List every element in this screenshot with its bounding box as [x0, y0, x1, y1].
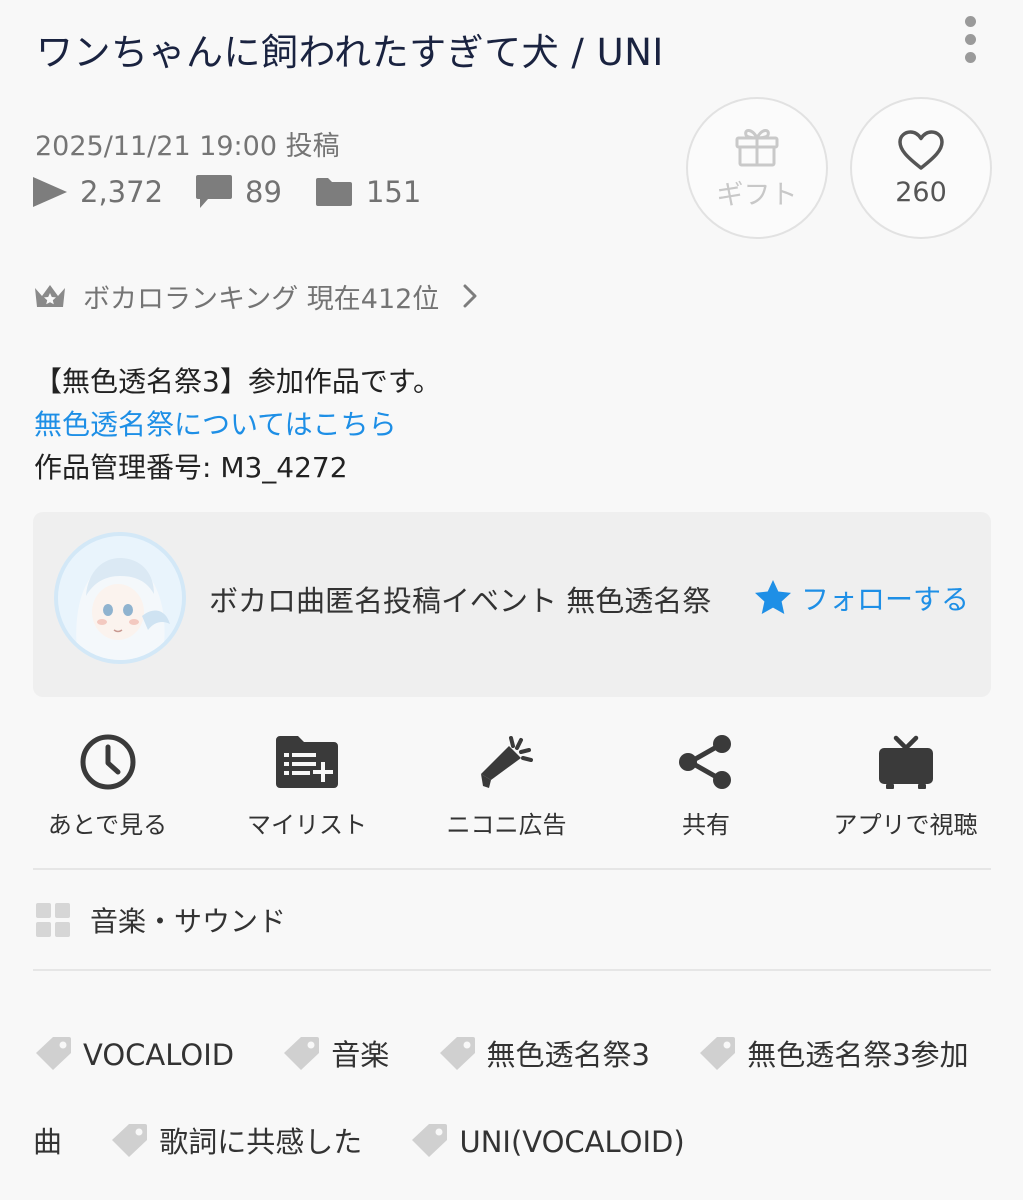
mylist-add-icon [276, 735, 338, 788]
clock-icon [80, 734, 135, 789]
owner-name[interactable]: ボカロ曲匿名投稿イベント 無色透名祭 [209, 578, 729, 620]
tag-item[interactable]: VOCALOID [33, 1037, 235, 1072]
ranking-text: ボカロランキング 現在412位 [83, 283, 440, 315]
tag-icon [112, 1124, 148, 1157]
divider [33, 868, 991, 870]
description-line: 作品管理番号: M3_4272 [34, 451, 348, 484]
like-button[interactable]: 260 [850, 97, 992, 239]
video-stats: 2,372 89 151 [32, 170, 453, 214]
tag-label: 歌詞に共感した [159, 1125, 363, 1159]
tag-label: VOCALOID [83, 1038, 235, 1072]
view-count-value: 2,372 [80, 175, 164, 209]
action-label: マイリスト [247, 811, 367, 839]
like-count: 260 [895, 176, 947, 208]
action-label: ニコニ広告 [446, 811, 567, 839]
tag-icon [36, 1037, 71, 1070]
megaphone-icon [480, 735, 533, 788]
category-grid-icon [36, 903, 70, 937]
folder-icon [315, 178, 352, 206]
crown-icon [35, 285, 65, 307]
tag-label: UNI(VOCALOID) [459, 1125, 685, 1159]
mylist-button[interactable]: マイリスト [210, 730, 405, 840]
nicoad-button[interactable]: ニコニ広告 [409, 730, 604, 840]
tag-icon [439, 1037, 475, 1070]
view-count: 2,372 [32, 175, 163, 209]
action-label: 共有 [682, 811, 730, 839]
dot-icon [964, 15, 976, 27]
owner-avatar[interactable] [54, 532, 186, 664]
tag-list: VOCALOID 音楽 無色透名祭3 無色透名祭3参加曲 歌詞に共感した UNI… [33, 1012, 991, 1186]
category-link[interactable]: 音楽・サウンド [36, 898, 286, 942]
heart-icon [898, 129, 944, 170]
tag-label: 音楽 [331, 1038, 390, 1072]
action-label: アプリで視聴 [833, 811, 978, 839]
description-line: 【無色透名祭3】参加作品です。 [34, 365, 442, 398]
category-label: 音楽・サウンド [90, 905, 287, 938]
chevron-right-icon [463, 284, 477, 308]
dot-icon [964, 33, 976, 45]
tag-icon [700, 1037, 736, 1070]
comment-icon [196, 175, 233, 208]
gift-icon [735, 128, 779, 166]
play-icon [33, 177, 67, 207]
tag-icon [284, 1037, 320, 1070]
watch-in-app-button[interactable]: アプリで視聴 [808, 730, 1003, 840]
comment-count-value: 89 [245, 175, 282, 209]
share-icon [679, 734, 731, 789]
follow-label: フォローする [801, 583, 970, 616]
tag-item[interactable]: UNI(VOCALOID) [409, 1124, 685, 1159]
tag-item[interactable]: 歌詞に共感した [109, 1124, 363, 1159]
watch-later-button[interactable]: あとで見る [10, 730, 205, 840]
video-description: 【無色透名祭3】参加作品です。 無色透名祭についてはこちら 作品管理番号: M3… [34, 360, 441, 489]
tag-label: 無色透名祭3 [486, 1038, 650, 1072]
ranking-link[interactable]: ボカロランキング 現在412位 [33, 274, 477, 318]
tag-icon [412, 1124, 448, 1157]
more-options-button[interactable] [950, 10, 990, 68]
description-link[interactable]: 無色透名祭についてはこちら [34, 403, 441, 446]
owner-card[interactable]: ボカロ曲匿名投稿イベント 無色透名祭 フォローする [33, 512, 991, 697]
dot-icon [964, 51, 976, 63]
tag-item[interactable]: 音楽 [281, 1037, 390, 1072]
star-icon [755, 580, 791, 614]
gift-label: ギフト [716, 179, 798, 211]
mylist-count-value: 151 [365, 175, 422, 209]
action-bar: あとで見る マイリスト ニコニ広告 共有 アプリで視聴 [10, 730, 1003, 840]
video-title: ワンちゃんに飼われたすぎて犬 / UNI [36, 31, 664, 74]
comment-count: 89 [195, 174, 282, 210]
mylist-count: 151 [314, 175, 421, 209]
divider [33, 969, 991, 971]
gift-button[interactable]: ギフト [686, 97, 828, 239]
share-button[interactable]: 共有 [609, 730, 804, 840]
tv-icon [878, 735, 933, 789]
action-label: あとで見る [47, 811, 168, 839]
follow-button[interactable]: フォローする [753, 576, 969, 620]
avatar-illustration [58, 536, 182, 660]
tag-item[interactable]: 無色透名祭3 [437, 1037, 650, 1072]
post-date: 2025/11/21 19:00 投稿 [35, 131, 340, 162]
